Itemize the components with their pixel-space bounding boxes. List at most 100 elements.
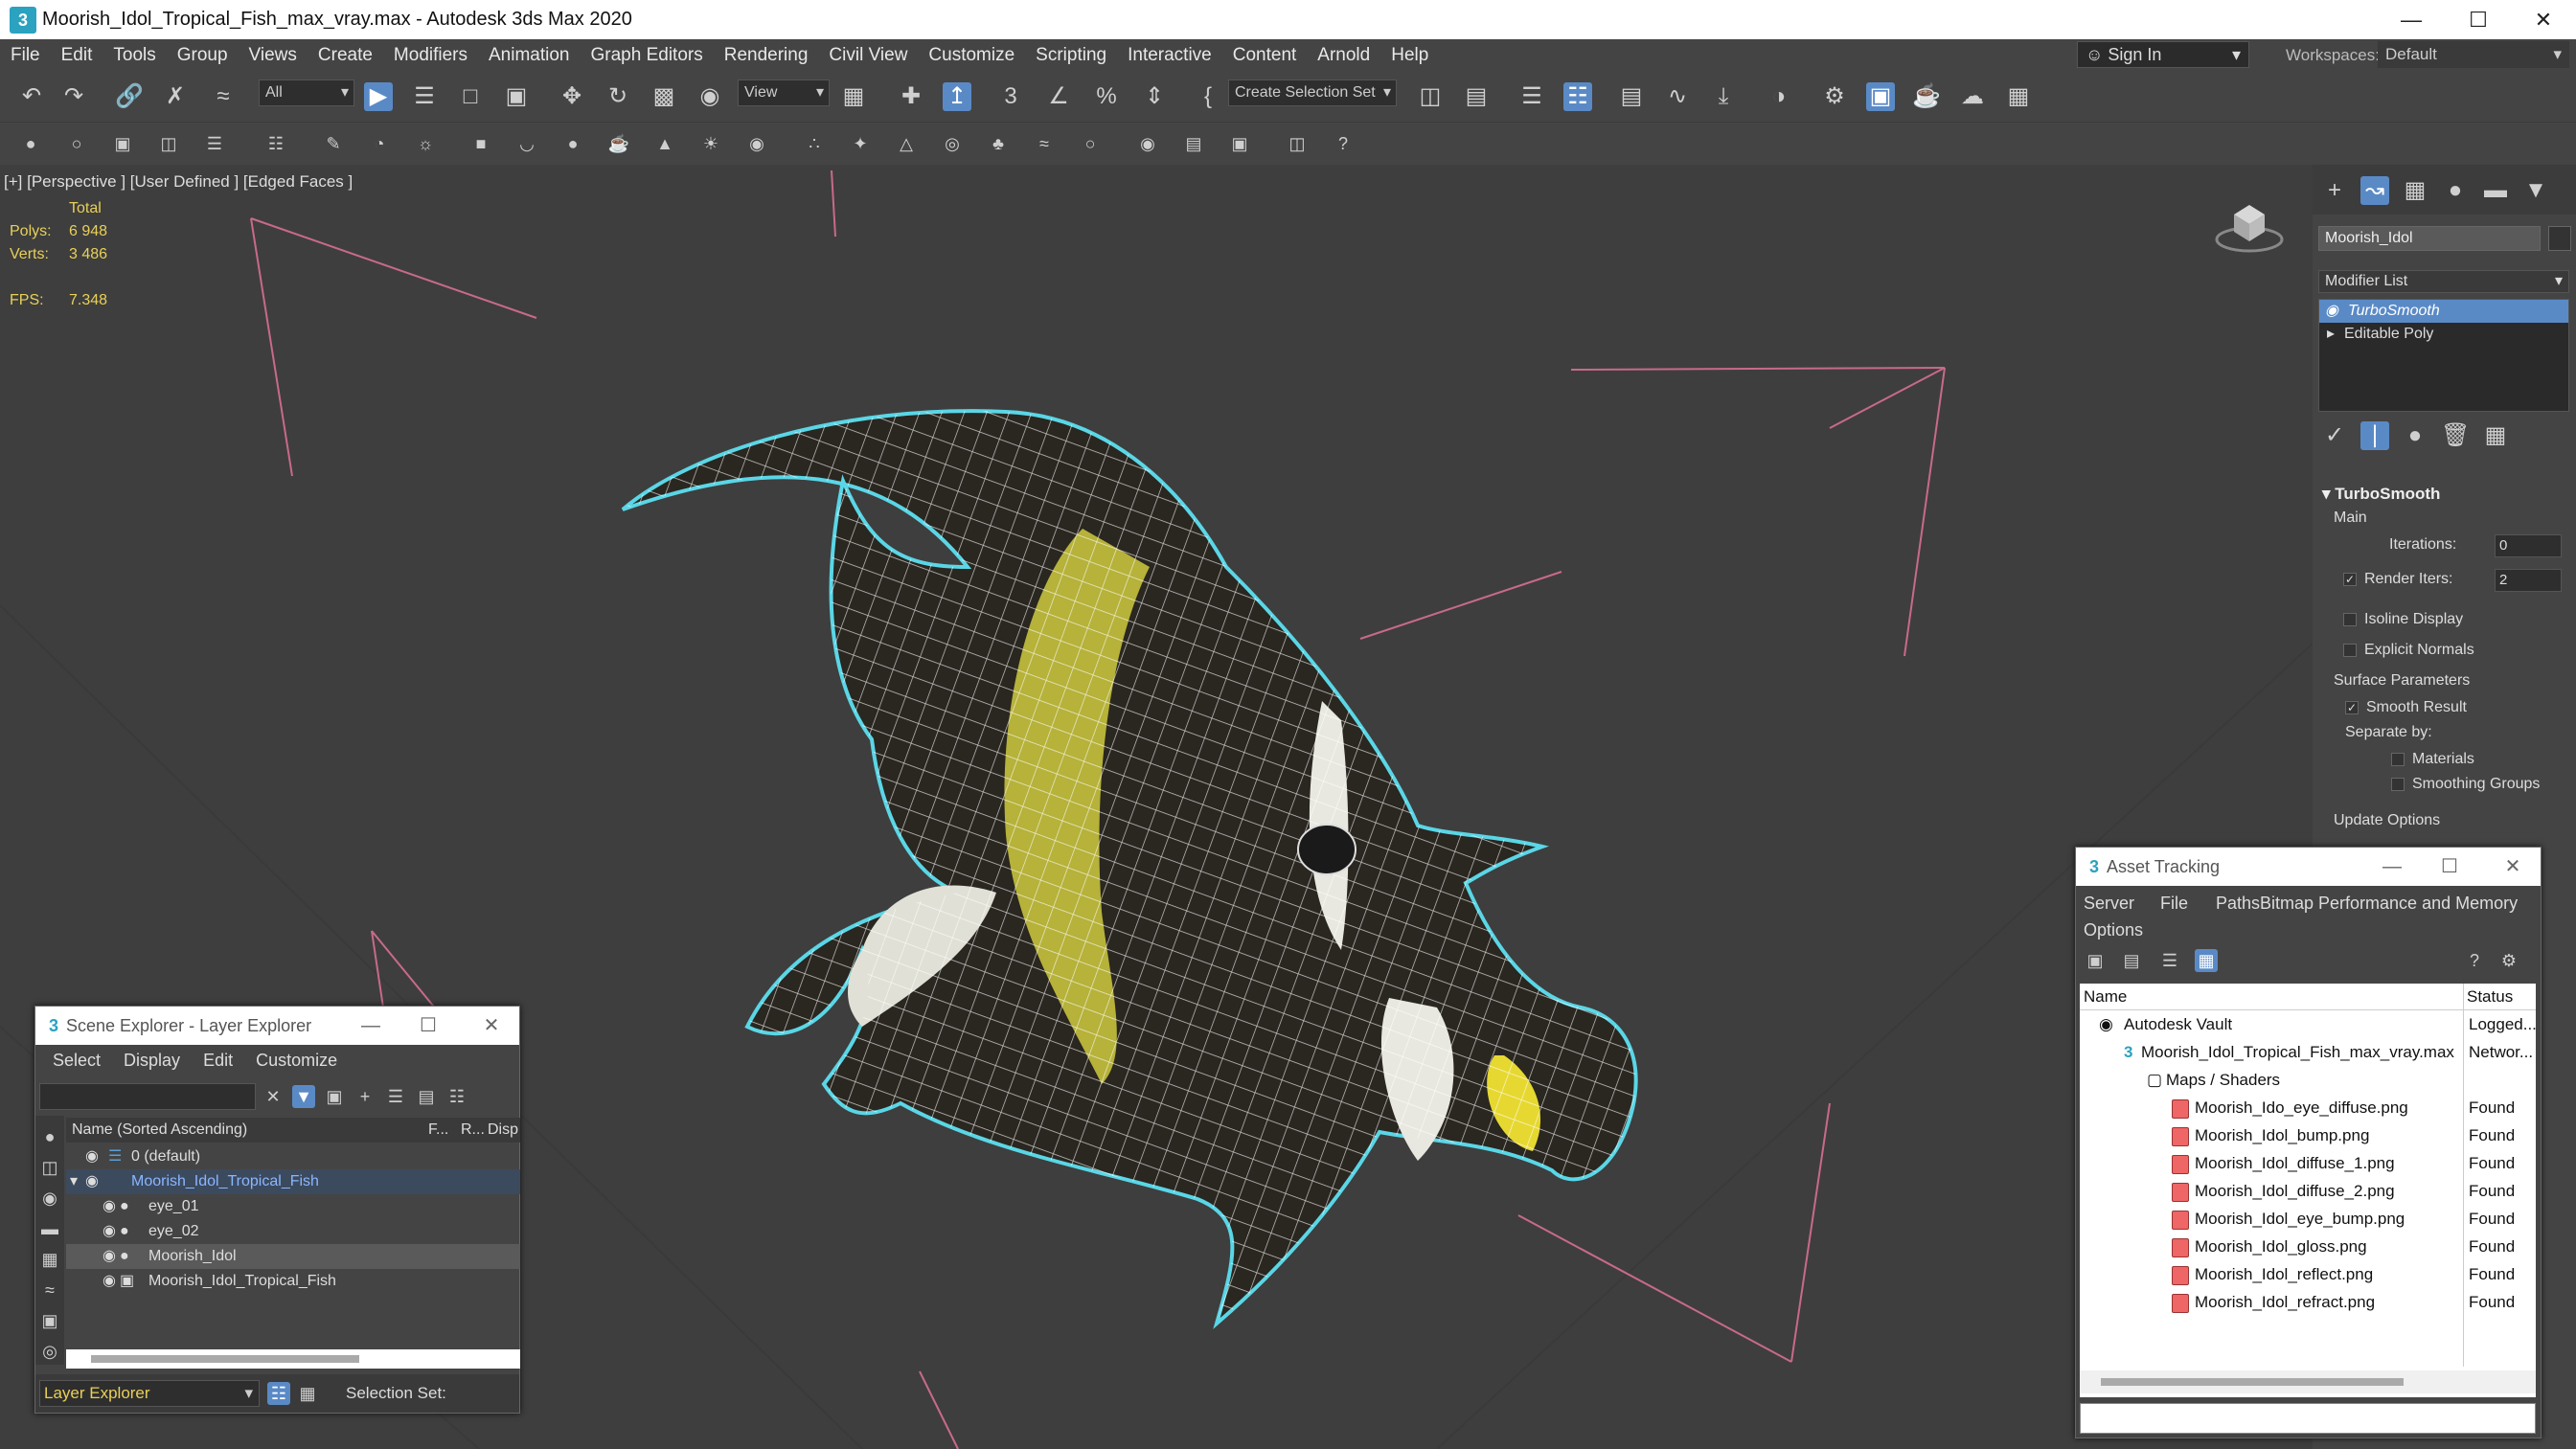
help-icon[interactable]: ? [2463, 949, 2486, 972]
close-button[interactable]: ✕ [2484, 848, 2542, 886]
table-row[interactable]: Moorish_Ido_eye_diffuse.png Found [2080, 1095, 2536, 1122]
column-name-header[interactable]: Name [2084, 984, 2127, 1010]
configure-modifier-sets-icon[interactable]: ▦ [2481, 421, 2510, 450]
menu-scripting[interactable]: Scripting [1025, 45, 1117, 66]
render-in-cloud-icon[interactable]: ☁ [1958, 82, 1987, 111]
explorer-mode-dropdown[interactable]: Layer Explorer ▾ [39, 1380, 260, 1407]
table-row[interactable]: Moorish_Idol_gloss.png Found [2080, 1234, 2536, 1261]
close-button[interactable]: ✕ [463, 1007, 520, 1045]
layer-mode-icon[interactable]: ☷ [267, 1382, 290, 1405]
eye-icon[interactable]: ◉ [85, 1169, 99, 1194]
table-row[interactable]: Moorish_Idol_diffuse_1.png Found [2080, 1150, 2536, 1178]
save-icon[interactable]: ▣ [111, 132, 134, 155]
maximize-button[interactable]: ☐ [399, 1007, 457, 1045]
remove-modifier-icon[interactable]: 🗑 [2441, 421, 2470, 450]
horizontal-scrollbar[interactable] [66, 1349, 520, 1369]
render-iters-spinner[interactable]: 2 [2495, 569, 2562, 592]
close-button[interactable]: ✕ [2510, 0, 2576, 39]
bind-space-warp-icon[interactable]: ≈ [209, 82, 238, 111]
menu-paths[interactable]: Paths [2216, 894, 2260, 914]
helper-icon[interactable]: △ [895, 132, 918, 155]
list-item[interactable]: ◉ ● eye_02 [66, 1219, 520, 1244]
settings-icon[interactable]: ⚙ [2497, 949, 2520, 972]
menu-edit[interactable]: Edit [192, 1051, 244, 1071]
display-spacewarps-icon[interactable]: ≈ [38, 1279, 61, 1302]
edit-named-selection-icon[interactable]: { [1194, 82, 1222, 111]
menu-edit[interactable]: Edit [51, 45, 103, 66]
cone-icon[interactable]: ▲ [653, 132, 676, 155]
add-layer-icon[interactable]: + [353, 1085, 376, 1108]
menu-rendering[interactable]: Rendering [714, 45, 819, 66]
mirror-icon[interactable]: ◫ [1416, 82, 1445, 111]
asset-path-field[interactable] [2080, 1403, 2536, 1434]
sphere-icon[interactable]: ◔ [368, 132, 391, 155]
detail-view-icon[interactable]: ☰ [2158, 949, 2181, 972]
selection-filter-dropdown[interactable]: All ▾ [259, 79, 354, 106]
menu-select[interactable]: Select [41, 1051, 112, 1071]
undo-icon[interactable]: ↶ [17, 82, 46, 111]
menu-views[interactable]: Views [239, 45, 308, 66]
list-item[interactable]: ▾ ◉ Moorish_Idol_Tropical_Fish [66, 1169, 520, 1194]
shape-icon[interactable]: ○ [65, 132, 88, 155]
percent-snap-icon[interactable]: % [1092, 82, 1121, 111]
unlink-icon[interactable]: ✗ [161, 82, 190, 111]
render-production-icon[interactable]: ☕ [1912, 82, 1941, 111]
display-xrefs-icon[interactable]: ◎ [38, 1340, 61, 1363]
pin-stack-icon[interactable]: ✓ [2320, 421, 2349, 450]
filter-icon[interactable]: ▼ [292, 1085, 315, 1108]
menu-interactive[interactable]: Interactive [1117, 45, 1222, 66]
dome-icon[interactable]: ◡ [515, 132, 538, 155]
teapot-icon[interactable]: ☕ [607, 132, 630, 155]
clear-search-icon[interactable]: ✕ [262, 1085, 285, 1108]
horizontal-scrollbar[interactable] [2080, 1370, 2536, 1393]
eye-icon[interactable]: ◉ [103, 1219, 116, 1244]
table-row[interactable]: ▢ Maps / Shaders [2080, 1067, 2536, 1095]
menu-display[interactable]: Display [112, 1051, 192, 1071]
layer-icon[interactable]: ☷ [264, 132, 287, 155]
motion-tab-icon[interactable]: ● [2441, 176, 2470, 205]
workspace-dropdown[interactable]: Default ▾ [2378, 41, 2569, 68]
container-icon[interactable]: ◫ [157, 132, 180, 155]
table-row[interactable]: Moorish_Idol_bump.png Found [2080, 1122, 2536, 1150]
table-row[interactable]: ◉ Autodesk Vault Logged... [2080, 1011, 2537, 1039]
refresh-icon[interactable]: ▣ [2084, 949, 2107, 972]
plant-icon[interactable]: ♣ [987, 132, 1010, 155]
brush-icon[interactable]: ✎ [322, 132, 345, 155]
select-manipulate-icon[interactable]: ✚ [897, 82, 925, 111]
named-selection-set-dropdown[interactable]: Create Selection Set ▾ [1228, 79, 1397, 106]
eye-icon[interactable]: ◉ [103, 1244, 116, 1269]
eye-icon[interactable]: ◉ [103, 1269, 116, 1294]
layers-icon[interactable]: ☰ [384, 1085, 407, 1108]
render-setup-icon[interactable]: ⚙ [1820, 82, 1849, 111]
table-row[interactable]: Moorish_Idol_refract.png Found [2080, 1289, 2536, 1317]
list-item[interactable]: ◉ ▣ Moorish_Idol_Tropical_Fish [66, 1269, 520, 1294]
display-lights-icon[interactable]: ◉ [38, 1187, 61, 1210]
menu-graph-editors[interactable]: Graph Editors [581, 45, 714, 66]
maximize-button[interactable]: ☐ [2445, 0, 2512, 39]
keyboard-shortcut-override-icon[interactable]: ↥ [943, 82, 971, 111]
toggle-layer-explorer-icon[interactable]: ☷ [1563, 82, 1592, 111]
column-render-header[interactable]: R... [461, 1118, 485, 1143]
menu-modifiers[interactable]: Modifiers [383, 45, 478, 66]
smooth-result-checkbox[interactable]: ✓ Smooth Result [2345, 699, 2467, 716]
move-to-layer-icon[interactable]: ▤ [415, 1085, 438, 1108]
display-tab-icon[interactable]: ▬ [2481, 176, 2510, 205]
minimize-button[interactable]: — [2378, 0, 2445, 39]
maximize-button[interactable]: ☐ [2421, 848, 2478, 886]
materials-checkbox[interactable]: Materials [2391, 751, 2474, 768]
fish-model[interactable] [621, 409, 1638, 1329]
show-end-result-icon[interactable]: ∣ [2360, 421, 2389, 450]
isoline-display-checkbox[interactable]: Isoline Display [2343, 611, 2463, 628]
expand-arrow-icon[interactable]: ▾ [70, 1169, 78, 1194]
menu-arnold[interactable]: Arnold [1307, 45, 1380, 66]
stack-item-turbosmooth[interactable]: ◉ TurboSmooth [2319, 300, 2568, 323]
menu-customize[interactable]: Customize [918, 45, 1025, 66]
box-icon[interactable]: ■ [469, 132, 492, 155]
display-helpers-icon[interactable]: ▦ [38, 1248, 61, 1271]
curve-editor-icon[interactable]: ∿ [1663, 82, 1692, 111]
explicit-normals-checkbox[interactable]: Explicit Normals [2343, 642, 2474, 659]
align-icon[interactable]: ▤ [1462, 82, 1491, 111]
menu-file[interactable]: File [0, 45, 51, 66]
list-item[interactable]: ◉ ● Moorish_Idol [66, 1244, 520, 1269]
iterations-spinner[interactable]: 0 [2495, 534, 2562, 557]
